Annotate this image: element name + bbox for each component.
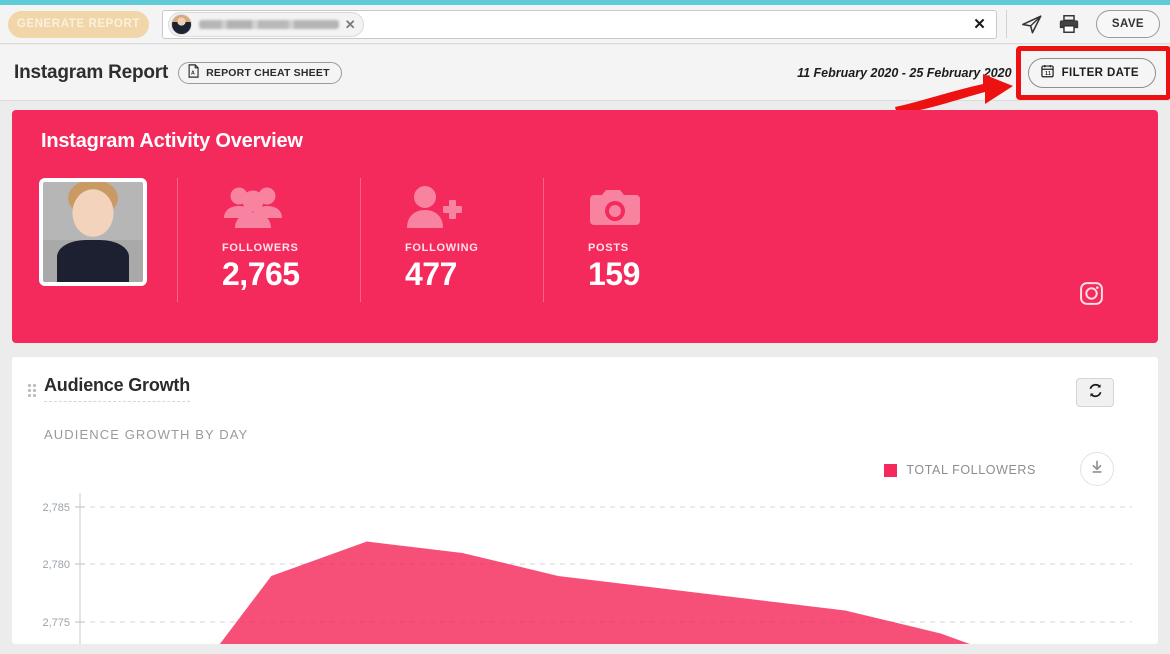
stat-label: FOLLOWING [405, 242, 479, 254]
y-axis-tick-label: 2,780 [42, 559, 70, 571]
stat-label: POSTS [588, 242, 629, 254]
audience-growth-card: Audience Growth AUDIENCE GROWTH BY DAY T… [12, 357, 1158, 644]
camera-icon [588, 178, 696, 230]
stat-followers: FOLLOWERS 2,765 [178, 178, 330, 306]
activity-overview-card: Instagram Activity Overview FOLLOWERS 2,… [12, 110, 1158, 343]
svg-text:A: A [191, 71, 195, 77]
chart-legend: TOTAL FOLLOWERS [884, 463, 1036, 477]
save-button[interactable]: SAVE [1095, 10, 1160, 38]
account-name-label [198, 19, 339, 29]
calendar-icon: 11 [1040, 64, 1054, 81]
activity-overview-title: Instagram Activity Overview [41, 130, 303, 152]
activity-overview-body: FOLLOWERS 2,765 FOLLOWING 477 POSTS 159 [39, 178, 1158, 343]
instagram-icon [1079, 281, 1104, 311]
generate-report-button[interactable]: GENERATE REPORT [8, 10, 149, 38]
download-chart-button[interactable] [1080, 452, 1114, 486]
date-range-label: 11 February 2020 - 25 February 2020 [797, 65, 1012, 80]
legend-label: TOTAL FOLLOWERS [906, 463, 1036, 477]
pdf-icon: A [187, 64, 200, 81]
audience-growth-title: Audience Growth [44, 375, 190, 402]
refresh-button[interactable] [1076, 378, 1114, 407]
audience-growth-subtitle: AUDIENCE GROWTH BY DAY [44, 427, 249, 442]
chart-area-series [80, 541, 1132, 644]
page-title: Instagram Report [14, 61, 169, 83]
refresh-icon [1087, 382, 1104, 404]
filter-date-label: FILTER DATE [1061, 66, 1139, 79]
legend-swatch [884, 463, 898, 477]
filter-date-wrapper: 11 FILTER DATE [1015, 45, 1170, 100]
toolbar-divider [1005, 10, 1007, 38]
remove-account-icon[interactable]: ✕ [345, 18, 356, 31]
y-axis-tick-label: 2,775 [42, 617, 70, 629]
account-chip[interactable]: ✕ [167, 11, 364, 37]
avatar [170, 13, 192, 35]
stat-value: 477 [405, 256, 457, 292]
report-cheat-sheet-button[interactable]: A REPORT CHEAT SHEET [178, 61, 342, 84]
report-cheat-sheet-label: REPORT CHEAT SHEET [206, 66, 330, 79]
audience-growth-chart: 2,785 2,780 2,775 [42, 493, 1132, 644]
report-header-bar: Instagram Report A REPORT CHEAT SHEET 11… [0, 45, 1170, 114]
clear-field-icon[interactable]: ✕ [973, 15, 986, 33]
followers-icon [222, 178, 330, 230]
print-icon[interactable] [1056, 11, 1082, 37]
report-page: GENERATE REPORT ✕ ✕ SAVE Instagram Repor… [0, 0, 1170, 654]
stat-label: FOLLOWERS [222, 242, 299, 254]
stat-posts: POSTS 159 [544, 178, 696, 306]
filter-date-button[interactable]: 11 FILTER DATE [1027, 57, 1156, 88]
drag-handle-icon[interactable] [28, 384, 37, 397]
stat-value: 2,765 [222, 256, 300, 292]
report-header-right: 11 February 2020 - 25 February 2020 11 F… [797, 45, 1170, 114]
following-icon [405, 178, 513, 230]
svg-text:11: 11 [1045, 71, 1051, 77]
y-axis-tick-label: 2,785 [42, 502, 70, 514]
account-search-field[interactable]: ✕ ✕ [161, 9, 997, 39]
profile-photo [39, 178, 147, 286]
download-icon [1089, 459, 1105, 480]
stat-value: 159 [588, 256, 640, 292]
send-icon[interactable] [1019, 11, 1045, 37]
top-toolbar: GENERATE REPORT ✕ ✕ SAVE [0, 5, 1170, 44]
stat-following: FOLLOWING 477 [361, 178, 513, 306]
